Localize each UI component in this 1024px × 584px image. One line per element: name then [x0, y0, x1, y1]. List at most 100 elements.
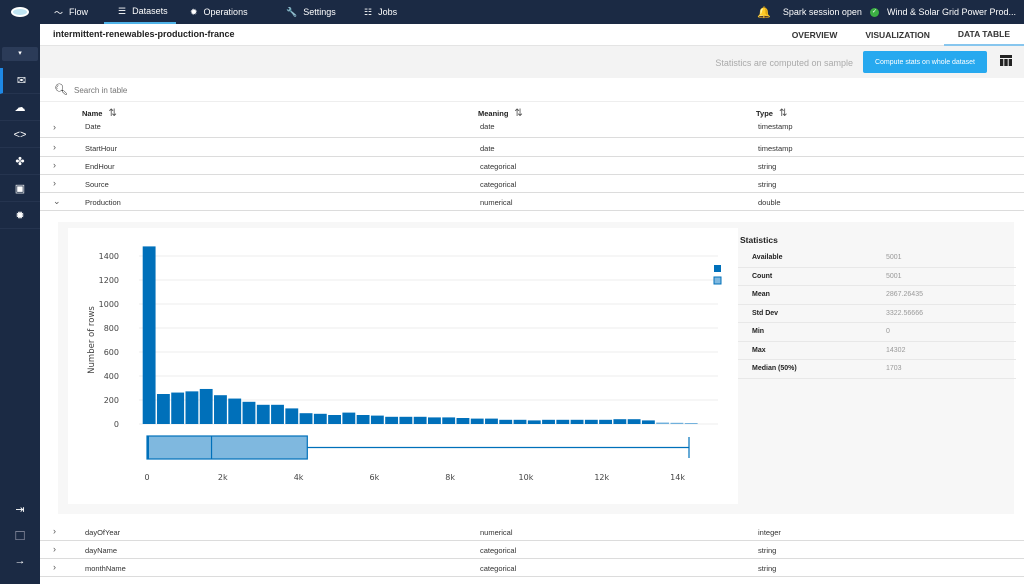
table-row[interactable]: › Date date timestamp	[40, 120, 1024, 138]
histogram-bar	[285, 408, 299, 424]
project-name[interactable]: Wind & Solar Grid Power Prod...	[887, 7, 1016, 17]
cell-type[interactable]: double	[758, 198, 781, 207]
sidebar-item-chart[interactable]: ▣	[0, 176, 40, 202]
chevron-right-icon[interactable]: ›	[53, 122, 56, 132]
nav-label: Settings	[303, 7, 336, 17]
cell-meaning[interactable]: numerical	[480, 528, 513, 537]
bell-icon[interactable]: 🔔	[757, 6, 771, 19]
chevron-right-icon[interactable]: ›	[53, 544, 56, 554]
chevron-right-icon[interactable]: ›	[53, 526, 56, 536]
x-tick-label: 0	[144, 473, 149, 482]
stat-value: 1703	[886, 365, 902, 372]
cell-meaning[interactable]: categorical	[480, 180, 516, 189]
table-row[interactable]: › dayOfYear numerical integer	[40, 523, 1024, 541]
cell-meaning[interactable]: categorical	[480, 162, 516, 171]
compute-stats-button[interactable]: Compute stats on whole dataset	[863, 51, 987, 73]
statistics-panel: Statistics Available 5001 Count 5001 Mean 286…	[738, 232, 1016, 379]
cell-meaning[interactable]: categorical	[480, 546, 516, 555]
cell-name: Date	[85, 122, 101, 131]
column-header-name[interactable]: Name ⇅	[82, 108, 117, 119]
stat-row: Std Dev 3322.56666	[738, 305, 1016, 323]
chevron-down-icon[interactable]: ⌄	[53, 196, 61, 207]
tab-overview[interactable]: OVERVIEW	[778, 24, 852, 46]
stat-row: Mean 2867.26435	[738, 286, 1016, 305]
column-header-meaning[interactable]: Meaning ⇅	[478, 108, 523, 119]
sidebar-item-datasets[interactable]: ✉	[0, 68, 40, 94]
tab-data-table[interactable]: DATA TABLE	[943, 24, 1024, 46]
legend-histogram-swatch	[714, 265, 721, 272]
cell-meaning[interactable]: date	[480, 144, 495, 153]
cell-meaning[interactable]: numerical	[480, 198, 513, 207]
table-row[interactable]: ⌄ Production numerical double	[40, 193, 1024, 211]
histogram-bar	[670, 422, 684, 424]
table-row[interactable]: › StartHour date timestamp	[40, 139, 1024, 157]
wrench-icon: 🔧	[286, 6, 298, 17]
sidebar-item-import[interactable]: ⇥	[0, 496, 40, 522]
sort-icon[interactable]: ⇅	[514, 108, 522, 119]
cell-type[interactable]: string	[758, 162, 776, 171]
chevron-right-icon[interactable]: ›	[53, 178, 56, 188]
cell-type[interactable]: integer	[758, 528, 781, 537]
chevron-right-icon[interactable]: ›	[53, 160, 56, 170]
nav-operations[interactable]: ✹ Operations	[176, 0, 272, 24]
table-row[interactable]: › monthName categorical string	[40, 559, 1024, 577]
cell-type[interactable]: string	[758, 546, 776, 555]
chevron-right-icon[interactable]: ›	[53, 142, 56, 152]
nav-flow[interactable]: 〜 Flow	[40, 0, 104, 24]
table-row[interactable]: › Source categorical string	[40, 175, 1024, 193]
stat-value: 5001	[886, 254, 902, 261]
cell-type[interactable]: string	[758, 564, 776, 573]
import-icon: ⇥	[15, 503, 25, 516]
column-header-label: Name	[82, 109, 103, 118]
histogram-bar	[627, 419, 641, 424]
cell-type[interactable]: string	[758, 180, 776, 189]
cell-type[interactable]: timestamp	[758, 144, 793, 153]
tab-visualization[interactable]: VISUALIZATION	[851, 24, 944, 46]
y-tick-label: 0	[114, 420, 119, 429]
table-row[interactable]: › EndHour categorical string	[40, 157, 1024, 175]
sort-icon[interactable]: ⇅	[779, 108, 787, 119]
stat-row: Count 5001	[738, 268, 1016, 286]
datasets-icon: ✉	[16, 75, 27, 87]
column-header-label: Type	[756, 109, 773, 118]
stat-label: Max	[752, 346, 766, 354]
y-tick-label: 600	[104, 348, 119, 357]
histogram-bar	[584, 419, 598, 424]
dataset-tabs: OVERVIEW VISUALIZATION DATA TABLE	[778, 24, 1024, 46]
cell-name: monthName	[85, 564, 126, 573]
cell-type[interactable]: timestamp	[758, 122, 793, 131]
table-layout-icon[interactable]	[1000, 55, 1012, 66]
histogram-bar	[313, 413, 327, 424]
stat-value: 5001	[886, 272, 902, 280]
sidebar-item-settings[interactable]: ✹	[0, 203, 40, 229]
nav-datasets[interactable]: ☰ Datasets	[104, 0, 176, 24]
column-header-type[interactable]: Type ⇅	[756, 108, 787, 119]
list-icon: ☰	[118, 5, 127, 16]
sidebar-item-expand-arrow[interactable]: →	[0, 548, 40, 574]
sort-icon[interactable]: ⇅	[108, 108, 116, 119]
sidebar-dropdown-button[interactable]: ▾	[2, 47, 38, 61]
histogram-bar	[356, 415, 370, 424]
cell-meaning[interactable]: date	[480, 122, 495, 131]
x-tick-label: 10k	[519, 473, 534, 482]
chart-icon: ▣	[14, 183, 26, 195]
stat-value: 0	[886, 328, 890, 335]
histogram-bar	[156, 394, 170, 424]
session-status[interactable]: Spark session open	[783, 7, 862, 17]
chevron-right-icon[interactable]: ›	[53, 562, 56, 572]
cell-meaning[interactable]: categorical	[480, 564, 516, 573]
sidebar-item-upload-cloud[interactable]: ☁	[0, 95, 40, 121]
sidebar-item-puzzle[interactable]: ✤	[0, 149, 40, 175]
check-circle-icon: ✓	[869, 7, 879, 17]
sidebar-item-square[interactable]: □	[0, 522, 40, 548]
app-logo[interactable]	[0, 0, 40, 24]
settings-icon: ✹	[15, 210, 25, 222]
search-input[interactable]	[74, 83, 374, 97]
table-row[interactable]: › dayName categorical string	[40, 541, 1024, 559]
x-tick-label: 14k	[670, 473, 685, 482]
y-tick-label: 1200	[99, 276, 119, 285]
sidebar-item-code[interactable]: <>	[0, 122, 40, 148]
nav-settings[interactable]: 🔧 Settings	[272, 0, 350, 24]
nav-label: Datasets	[132, 6, 168, 16]
nav-jobs[interactable]: ☷ Jobs	[350, 0, 420, 24]
